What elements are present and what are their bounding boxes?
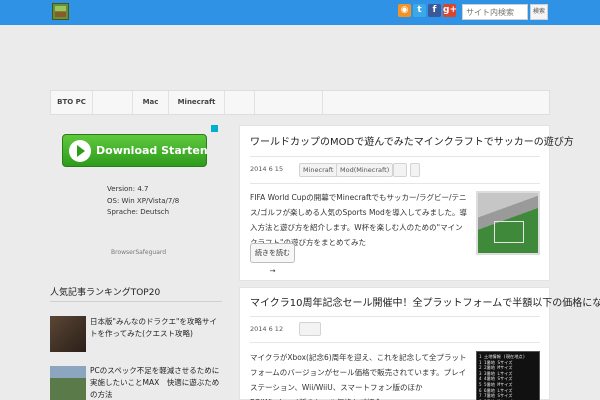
play-arrow-icon	[69, 140, 91, 162]
search-button[interactable]: 検索	[530, 4, 548, 20]
article-thumbnail[interactable]	[476, 191, 540, 255]
ranking-title: 人気記事ランキングTOP20	[50, 288, 161, 298]
adchoices-icon[interactable]	[211, 125, 218, 132]
tag-minecraft[interactable]: Minecraft	[299, 163, 338, 177]
ad-os: OS: Win XP/Vista/7/8	[107, 196, 180, 205]
ad-footer: BrowserSafeguard	[111, 249, 167, 256]
ranking-thumbnail[interactable]	[50, 366, 86, 400]
ranking-thumbnail[interactable]	[50, 316, 86, 352]
divider	[250, 316, 540, 317]
nav-item-minecraft[interactable]: Minecraft	[169, 91, 225, 114]
nav-item-bto-pc[interactable]: BTO PC	[51, 91, 93, 114]
ad-info: Version: 4.7 OS: Win XP/Vista/7/8 Sprach…	[107, 184, 179, 219]
download-starten-button[interactable]: Download Starten	[62, 134, 208, 167]
twitter-icon[interactable]: t	[413, 4, 426, 17]
google-plus-icon[interactable]: g+	[443, 4, 457, 17]
search-input[interactable]	[462, 4, 528, 20]
tag-item[interactable]	[299, 322, 321, 336]
site-logo[interactable]	[52, 3, 69, 20]
divider	[250, 342, 540, 343]
nav-item-blank-2[interactable]	[225, 91, 255, 114]
rss-icon[interactable]: ◉	[398, 4, 411, 17]
facebook-icon[interactable]: f	[428, 4, 441, 17]
article-date: 2014 6 12	[250, 325, 284, 333]
nav-item-mac[interactable]: Mac	[133, 91, 169, 114]
article-thumbnail[interactable]: 1 土地情報 (現在地点) 1 1番地 Sサイズ 2 2番地 Mサイズ 3 3番…	[476, 351, 540, 400]
divider	[250, 156, 540, 157]
article-title[interactable]: マイクラ10周年記念セール開催中！全プラットフォームで半額以下の価格になる	[250, 297, 600, 310]
article-card: マイクラ10周年記念セール開催中！全プラットフォームで半額以下の価格になる 20…	[239, 287, 600, 400]
ranking-item-link[interactable]: PCのスペック不足を軽減させるために実施したいことMAX 快適に遊ぶための方法	[90, 365, 222, 400]
divider	[250, 183, 540, 184]
article-excerpt: FIFA World Cupの開幕でMinecraftでもサッカー/ラグビー/テ…	[250, 193, 468, 247]
read-more-button[interactable]: 続きを読む →	[250, 243, 295, 275]
ranking-divider	[50, 301, 222, 302]
tag-item[interactable]	[410, 163, 420, 177]
nav-item-blank-1[interactable]	[93, 91, 133, 114]
ad-version: Version: 4.7	[107, 185, 149, 193]
download-label: Download Starten	[96, 144, 208, 157]
ad-language: Sprache: Deutsch	[107, 208, 170, 216]
main-nav: BTO PC Mac Minecraft	[50, 90, 550, 115]
article-title[interactable]: ワールドカップのMODで遊んでみたマインクラフトでサッカーの遊び方	[250, 136, 574, 149]
tag-mod-minecraft[interactable]: Mod(Minecraft)	[336, 163, 394, 177]
tag-item[interactable]	[393, 163, 407, 177]
nav-item-blank-3[interactable]	[255, 91, 323, 114]
article-date: 2014 6 15	[250, 165, 284, 173]
ranking-item-link[interactable]: 日本版"みんなのドラクエ"を攻略サイトを作ってみた(クエスト攻略)	[90, 316, 222, 340]
article-card: ワールドカップのMODで遊んでみたマインクラフトでサッカーの遊び方 2014 6…	[239, 125, 574, 281]
top-bar: ◉ t f g+ 検索	[0, 0, 600, 25]
article-excerpt: マイクラがXbox(記念6)周年を迎え、これを記念して全プラットフォームのバージ…	[250, 353, 467, 400]
